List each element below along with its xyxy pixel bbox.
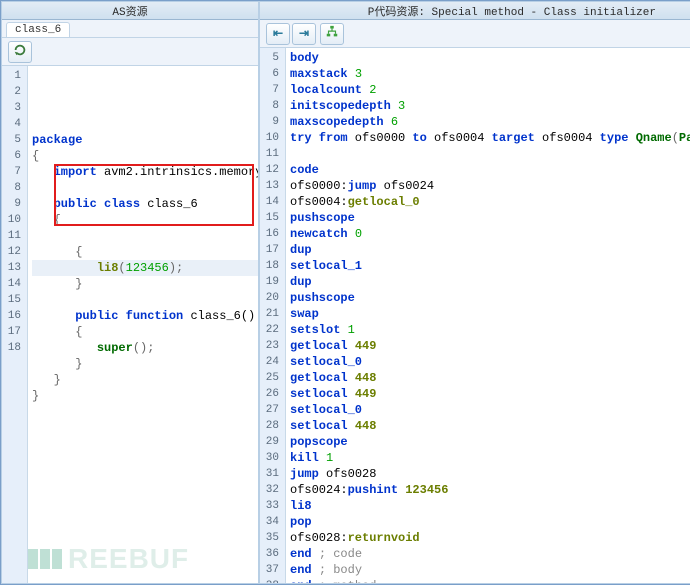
code-line[interactable]: ofs0004:getlocal_0 <box>290 194 690 210</box>
left-titlebar: AS资源 <box>2 2 258 20</box>
code-line[interactable] <box>32 292 258 308</box>
code-line[interactable]: setlocal_0 <box>290 354 690 370</box>
left-gutter: 123456789101112131415161718 <box>2 66 28 583</box>
code-line[interactable]: maxscopedepth 6 <box>290 114 690 130</box>
right-editor[interactable]: 5678910111213141516171819202122232425262… <box>260 48 690 583</box>
code-line[interactable] <box>32 404 258 420</box>
right-pane: P代码资源: Special method - Class initialize… <box>259 1 690 584</box>
curly-left-icon: ⇤ <box>273 26 283 41</box>
code-line[interactable]: setlocal 449 <box>290 386 690 402</box>
next-brace-button[interactable]: ⇥ <box>292 23 316 45</box>
code-line[interactable]: dup <box>290 274 690 290</box>
code-line[interactable]: } <box>32 276 258 292</box>
code-line[interactable]: { <box>32 244 258 260</box>
code-line[interactable]: setslot 1 <box>290 322 690 338</box>
code-line[interactable]: public class class_6 <box>32 196 258 212</box>
code-line[interactable]: pop <box>290 514 690 530</box>
code-line[interactable]: ofs0000:jump ofs0024 <box>290 178 690 194</box>
prev-brace-button[interactable]: ⇤ <box>266 23 290 45</box>
code-line[interactable]: popscope <box>290 434 690 450</box>
code-line[interactable]: ofs0028:returnvoid <box>290 530 690 546</box>
code-line[interactable]: newcatch 0 <box>290 226 690 242</box>
refresh-button[interactable] <box>8 41 32 63</box>
code-line[interactable] <box>290 146 690 162</box>
right-toolbar: ⇤ ⇥ <box>260 20 690 48</box>
watermark-freebuf: REEBUF <box>28 549 189 569</box>
code-line[interactable]: public function class_6() <box>32 308 258 324</box>
code-line[interactable]: setlocal_1 <box>290 258 690 274</box>
code-line[interactable]: kill 1 <box>290 450 690 466</box>
left-tab-strip: class_6 <box>2 20 258 38</box>
code-line[interactable]: end ; code <box>290 546 690 562</box>
code-line[interactable]: getlocal 448 <box>290 370 690 386</box>
right-code[interactable]: bodymaxstack 3localcount 2initscopedepth… <box>286 48 690 583</box>
code-line[interactable]: maxstack 3 <box>290 66 690 82</box>
code-line[interactable]: { <box>32 212 258 228</box>
code-line[interactable] <box>32 228 258 244</box>
code-line[interactable]: localcount 2 <box>290 82 690 98</box>
code-line[interactable]: pushscope <box>290 210 690 226</box>
code-line[interactable]: setlocal_0 <box>290 402 690 418</box>
graph-icon <box>325 25 339 43</box>
code-line[interactable]: code <box>290 162 690 178</box>
code-line[interactable]: package <box>32 132 258 148</box>
code-line[interactable]: end ; method <box>290 578 690 583</box>
code-line[interactable]: swap <box>290 306 690 322</box>
code-line[interactable]: } <box>32 356 258 372</box>
left-editor[interactable]: 123456789101112131415161718 REEBUF packa… <box>2 66 258 583</box>
left-code[interactable]: REEBUF package{ import avm2.intrinsics.m… <box>28 66 258 583</box>
code-line[interactable]: ofs0024:pushint 123456 <box>290 482 690 498</box>
curly-right-icon: ⇥ <box>299 26 309 41</box>
code-line[interactable]: import avm2.intrinsics.memory.li8; <box>32 164 258 180</box>
code-line[interactable]: { <box>32 148 258 164</box>
graph-button[interactable] <box>320 23 344 45</box>
code-line[interactable]: } <box>32 372 258 388</box>
code-line[interactable]: dup <box>290 242 690 258</box>
code-line[interactable]: pushscope <box>290 290 690 306</box>
code-line[interactable] <box>32 180 258 196</box>
code-line[interactable]: getlocal 449 <box>290 338 690 354</box>
left-pane: AS资源 class_6 123456789101112131415161718… <box>1 1 259 584</box>
code-line[interactable]: li8(123456); <box>32 260 258 276</box>
left-toolbar <box>2 38 258 66</box>
code-line[interactable]: setlocal 448 <box>290 418 690 434</box>
right-titlebar: P代码资源: Special method - Class initialize… <box>260 2 690 20</box>
tab-class-6[interactable]: class_6 <box>6 22 70 37</box>
code-line[interactable]: try from ofs0000 to ofs0004 target ofs00… <box>290 130 690 146</box>
code-line[interactable]: end ; body <box>290 562 690 578</box>
code-line[interactable]: li8 <box>290 498 690 514</box>
refresh-icon <box>13 43 27 61</box>
code-line[interactable]: super(); <box>32 340 258 356</box>
code-line[interactable]: body <box>290 50 690 66</box>
code-line[interactable]: initscopedepth 3 <box>290 98 690 114</box>
code-line[interactable]: } <box>32 388 258 404</box>
code-line[interactable]: { <box>32 324 258 340</box>
code-line[interactable]: jump ofs0028 <box>290 466 690 482</box>
right-gutter: 5678910111213141516171819202122232425262… <box>260 48 286 583</box>
